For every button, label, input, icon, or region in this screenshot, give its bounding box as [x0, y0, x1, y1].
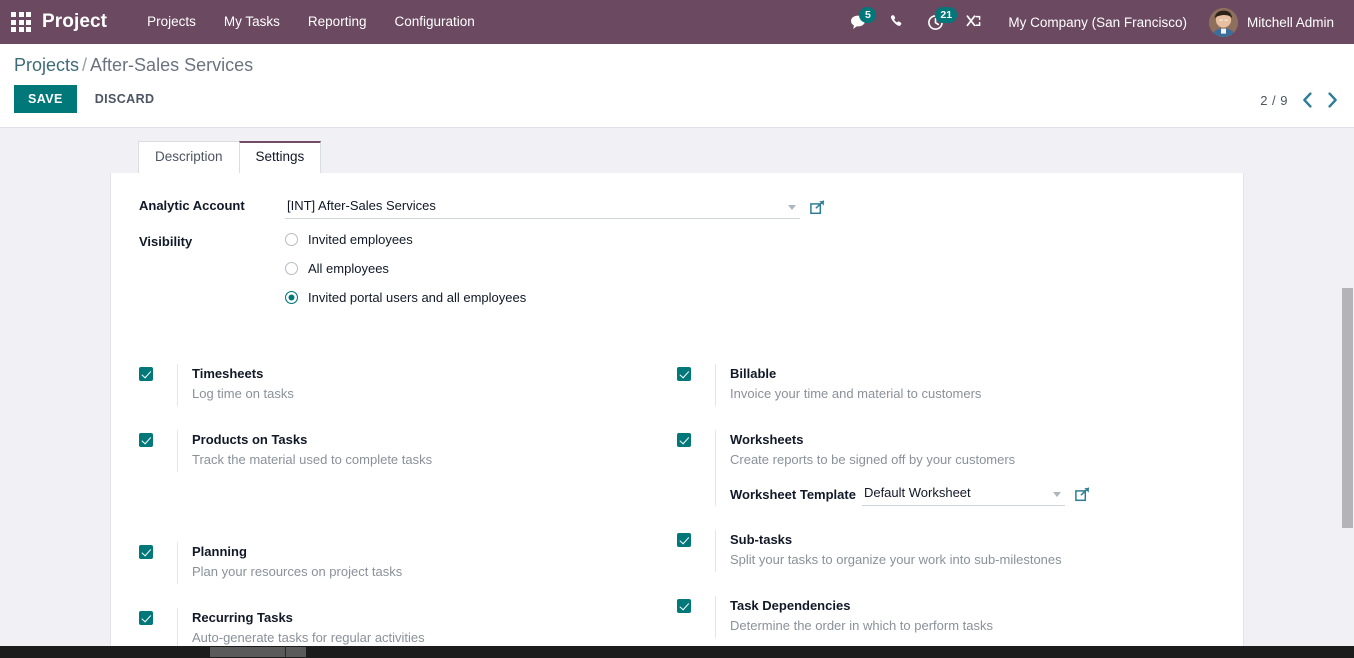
discard-button[interactable]: DISCARD	[83, 85, 167, 113]
save-button[interactable]: SAVE	[14, 85, 77, 113]
apps-grid-icon[interactable]	[10, 11, 32, 33]
radio-label-portal-and-employees: Invited portal users and all employees	[308, 290, 526, 305]
menu-configuration[interactable]: Configuration	[380, 0, 488, 44]
pager-next-button[interactable]	[1327, 92, 1338, 108]
setting-desc-worksheets: Create reports to be signed off by your …	[730, 450, 1195, 470]
setting-title-billable: Billable	[730, 364, 1195, 383]
user-menu[interactable]: Mitchell Admin	[1201, 8, 1340, 37]
menu-projects[interactable]: Projects	[133, 0, 210, 44]
checkbox-worksheets[interactable]	[677, 433, 691, 447]
sheet-wrapper: Analytic Account [INT] After-Sales Servi…	[0, 173, 1354, 657]
breadcrumb-separator: /	[82, 55, 87, 75]
radio-portal-and-employees[interactable]	[285, 291, 298, 304]
horizontal-scrollbar-thumb[interactable]	[210, 647, 306, 657]
setting-title-products-on-tasks: Products on Tasks	[192, 430, 657, 449]
setting-desc-products-on-tasks: Track the material used to complete task…	[192, 450, 657, 470]
phone-icon[interactable]	[878, 0, 916, 44]
checkbox-sub-tasks[interactable]	[677, 533, 691, 547]
radio-option-all-employees[interactable]: All employees	[285, 254, 1215, 283]
setting-task-dependencies: Task Dependencies Determine the order in…	[677, 596, 1215, 638]
setting-desc-recurring-tasks: Auto-generate tasks for regular activiti…	[192, 628, 657, 648]
setting-planning: Planning Plan your resources on project …	[139, 542, 677, 584]
setting-title-task-dependencies: Task Dependencies	[730, 596, 1195, 615]
control-panel: Projects/After-Sales Services SAVE DISCA…	[0, 44, 1354, 128]
radio-all-employees[interactable]	[285, 262, 298, 275]
setting-title-recurring-tasks: Recurring Tasks	[192, 608, 657, 627]
setting-desc-sub-tasks: Split your tasks to organize your work i…	[730, 550, 1195, 570]
settings-column-right: Billable Invoice your time and material …	[677, 364, 1215, 657]
form-content-area: Description Settings Analytic Account [I…	[0, 128, 1354, 657]
setting-timesheets: Timesheets Log time on tasks	[139, 364, 677, 406]
field-visibility: Visibility Invited employees All employe…	[139, 225, 1215, 312]
setting-billable: Billable Invoice your time and material …	[677, 364, 1215, 406]
messages-badge: 5	[859, 7, 876, 23]
checkbox-task-dependencies[interactable]	[677, 599, 691, 613]
setting-title-worksheets: Worksheets	[730, 430, 1195, 449]
radio-label-all-employees: All employees	[308, 261, 389, 276]
field-worksheet-template: Worksheet Template Default Worksheet	[730, 483, 1090, 506]
setting-recurring-tasks: Recurring Tasks Auto-generate tasks for …	[139, 608, 677, 650]
pager-previous-button[interactable]	[1302, 92, 1313, 108]
project-settings-grid: Timesheets Log time on tasks Products on…	[139, 364, 1215, 657]
worksheet-template-label: Worksheet Template	[730, 487, 856, 502]
external-link-icon[interactable]	[810, 200, 825, 215]
radio-invited-employees[interactable]	[285, 233, 298, 246]
form-sheet: Analytic Account [INT] After-Sales Servi…	[110, 173, 1244, 657]
field-analytic-account: Analytic Account [INT] After-Sales Servi…	[139, 195, 1215, 219]
checkbox-recurring-tasks[interactable]	[139, 611, 153, 625]
company-switcher[interactable]: My Company (San Francisco)	[992, 15, 1201, 30]
checkbox-timesheets[interactable]	[139, 367, 153, 381]
breadcrumb-current: After-Sales Services	[90, 55, 253, 75]
setting-desc-task-dependencies: Determine the order in which to perform …	[730, 616, 1195, 636]
chevron-down-icon[interactable]	[788, 205, 796, 210]
notebook-tab-holder: Description Settings	[0, 128, 1354, 173]
record-action-buttons: SAVE DISCARD	[14, 85, 1340, 113]
vertical-scrollbar-thumb[interactable]	[1342, 288, 1353, 528]
external-link-icon[interactable]	[1075, 487, 1090, 502]
scrollbar-divider	[285, 646, 286, 658]
tab-settings[interactable]: Settings	[239, 141, 322, 173]
worksheet-template-input[interactable]: Default Worksheet	[862, 483, 1065, 506]
visibility-radio-group: Invited employees All employees Invited …	[285, 225, 1215, 312]
checkbox-planning[interactable]	[139, 545, 153, 559]
breadcrumb: Projects/After-Sales Services	[14, 54, 1340, 76]
checkbox-billable[interactable]	[677, 367, 691, 381]
checkbox-products-on-tasks[interactable]	[139, 433, 153, 447]
analytic-account-input[interactable]: [INT] After-Sales Services	[285, 195, 800, 219]
vertical-scrollbar-track[interactable]	[1341, 128, 1354, 657]
radio-option-invited-employees[interactable]: Invited employees	[285, 225, 1215, 254]
breadcrumb-projects[interactable]: Projects	[14, 55, 79, 75]
menu-reporting[interactable]: Reporting	[294, 0, 381, 44]
setting-worksheets: Worksheets Create reports to be signed o…	[677, 430, 1215, 506]
record-pager: 2 / 9	[1260, 92, 1338, 108]
avatar	[1209, 8, 1238, 37]
top-navbar: Project Projects My Tasks Reporting Conf…	[0, 0, 1354, 44]
pager-value: 2 / 9	[1260, 93, 1288, 108]
setting-title-timesheets: Timesheets	[192, 364, 657, 383]
setting-desc-timesheets: Log time on tasks	[192, 384, 657, 404]
tab-description[interactable]: Description	[138, 141, 240, 173]
setting-title-sub-tasks: Sub-tasks	[730, 530, 1195, 549]
username-label: Mitchell Admin	[1247, 15, 1334, 30]
activities-clock-icon[interactable]: 21	[916, 0, 954, 44]
app-brand-title[interactable]: Project	[42, 11, 107, 33]
menu-my-tasks[interactable]: My Tasks	[210, 0, 294, 44]
notebook-tabs: Description Settings	[138, 141, 1354, 173]
analytic-account-label: Analytic Account	[139, 195, 285, 217]
horizontal-scrollbar-track[interactable]	[0, 646, 1354, 658]
setting-products-on-tasks: Products on Tasks Track the material use…	[139, 430, 677, 472]
setting-title-planning: Planning	[192, 542, 657, 561]
setting-sub-tasks: Sub-tasks Split your tasks to organize y…	[677, 530, 1215, 572]
settings-column-left: Timesheets Log time on tasks Products on…	[139, 364, 677, 657]
radio-option-portal-and-employees[interactable]: Invited portal users and all employees	[285, 283, 1215, 312]
systray: 5 21 My Company (San Francisco)	[840, 0, 1346, 44]
messages-icon[interactable]: 5	[840, 0, 878, 44]
wrench-tools-icon[interactable]	[954, 0, 992, 44]
settings-tab-panel: Analytic Account [INT] After-Sales Servi…	[111, 173, 1243, 657]
radio-label-invited-employees: Invited employees	[308, 232, 413, 247]
visibility-label: Visibility	[139, 231, 285, 253]
setting-desc-planning: Plan your resources on project tasks	[192, 562, 657, 582]
setting-desc-billable: Invoice your time and material to custom…	[730, 384, 1195, 404]
chevron-down-icon[interactable]	[1053, 492, 1061, 497]
